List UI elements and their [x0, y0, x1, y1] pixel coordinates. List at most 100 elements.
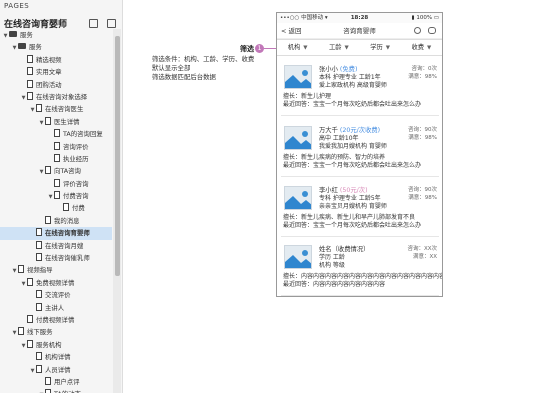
page-icon	[27, 54, 33, 63]
tree-item[interactable]: ▼付费	[0, 202, 112, 214]
tree-item[interactable]: ▼ 在线咨询医生	[0, 103, 112, 115]
tree-item-label: 在线咨询医生	[45, 105, 84, 114]
tree-item[interactable]: ▼ 在线咨询对象选择	[0, 91, 112, 103]
caret-down-icon[interactable]: ▼	[38, 166, 45, 177]
message-icon[interactable]	[428, 27, 436, 34]
tree-item[interactable]: ▼ 免费视频详情	[0, 277, 112, 289]
page-icon	[36, 228, 42, 237]
tree-item[interactable]: ▼TA的动态	[0, 388, 112, 393]
avatar-image	[284, 65, 312, 89]
page-icon	[54, 191, 60, 200]
search-icon[interactable]	[414, 27, 421, 34]
tree-item[interactable]: ▼团购活动	[0, 79, 112, 91]
tree-item[interactable]: ▼ 视频指导	[0, 264, 112, 276]
caret-down-icon[interactable]: ▼	[38, 389, 45, 393]
tree-item[interactable]: ▼ 医生详情	[0, 116, 112, 128]
tree-item-label: TA的咨询回复	[63, 130, 103, 139]
tree-item[interactable]: ▼ 人员详情	[0, 364, 112, 376]
page-icon	[36, 352, 42, 361]
tree-item[interactable]: ▼在线咨询催乳师	[0, 252, 112, 264]
latest-answer-text: 最近回答：宝宝一个月每次吃奶后都会吐出来怎么办	[283, 162, 422, 169]
caret-down-icon[interactable]: ▼	[2, 30, 9, 41]
tree-item[interactable]: ▼ 向TA咨询	[0, 165, 112, 177]
filter-bar: 机构 ▼ 工龄 ▼ 学历 ▼ 收费 ▼	[277, 39, 442, 56]
tree-item[interactable]: ▼ 付费咨询	[0, 190, 112, 202]
divider	[281, 176, 439, 177]
satisfaction-rate: 满意：98%	[408, 74, 437, 80]
caret-down-icon[interactable]: ▼	[11, 327, 18, 338]
tree-item[interactable]: ▼我的消息	[0, 215, 112, 227]
tree-item-label: 交流评价	[45, 291, 71, 300]
annotation-line: 筛选数据匹配后台数据	[152, 73, 216, 81]
consultant-agency: 亲亲宝贝月嫂机构 育婴师	[319, 203, 387, 210]
tree-item[interactable]: ▼执业经历	[0, 153, 112, 165]
tree-item-selected[interactable]: ▼在线咨询育婴师	[0, 227, 112, 240]
filter-experience[interactable]: 工龄 ▼	[318, 40, 359, 55]
tree-item[interactable]: ▼ 服务机构	[0, 339, 112, 351]
tree-item[interactable]: ▼实用文章	[0, 66, 112, 78]
caret-down-icon[interactable]: ▼	[11, 265, 18, 276]
add-page-icon[interactable]	[88, 19, 98, 28]
tree-item-label: 免费视频详情	[36, 278, 75, 287]
consultant-card[interactable]: 李小红 (50元/次) 专科 护理专业 工龄5年 亲亲宝贝月嫂机构 育婴师 咨询：90次…	[281, 182, 439, 240]
page-icon	[18, 265, 24, 274]
chevron-down-icon: ▼	[385, 45, 391, 51]
divider	[281, 295, 439, 296]
tree-item[interactable]: ▼机构详情	[0, 351, 112, 363]
caret-down-icon[interactable]: ▼	[38, 117, 45, 128]
specialty-text: 擅长：内容内容内容内容内容内容内容内容内容内容内容内容内容	[283, 273, 443, 280]
tree-item-label: 在线咨询育婴师	[45, 229, 90, 238]
consultant-card[interactable]: 张小小 (免费) 本科 护理专业 工龄1年 爱上家政机构 高级育婴师 咨询：0次 满意：9…	[281, 61, 439, 119]
tree-item[interactable]: ▼ 线下服务	[0, 326, 112, 338]
tree-item[interactable]: ▼精选视频	[0, 54, 112, 66]
annotation-badge[interactable]: 1	[255, 44, 264, 53]
divider	[281, 236, 439, 237]
satisfaction-rate: 满意：XX	[412, 254, 437, 260]
caret-down-icon[interactable]: ▼	[20, 340, 27, 351]
tree-item[interactable]: ▼TA的咨询回复	[0, 128, 112, 140]
tree-item[interactable]: ▼主讲人	[0, 302, 112, 314]
filter-education[interactable]: 学历 ▼	[360, 40, 401, 55]
page-icon	[63, 203, 69, 212]
tree-item[interactable]: ▼付费视频详情	[0, 314, 112, 326]
tree-item-label: 我的消息	[54, 216, 80, 225]
sidebar-scroll-thumb[interactable]	[115, 36, 120, 276]
satisfaction-rate: 满意：98%	[408, 135, 437, 141]
tree-item[interactable]: ▼ 服务	[0, 41, 112, 53]
tree-item-label: 主讲人	[45, 303, 65, 312]
page-icon	[45, 166, 51, 175]
consultant-agency: 机构 等级	[319, 262, 345, 269]
consultant-card[interactable]: 姓名（收费情况） 学历 工龄 机构 等级 咨询：XX次 满意：XX 擅长：内容内容内容内容…	[281, 241, 442, 296]
add-folder-icon[interactable]	[107, 19, 116, 28]
tree-item-label: 在线咨询催乳师	[45, 254, 90, 263]
tree-item[interactable]: ▼交流评价	[0, 289, 112, 301]
tree-item-label: 服务	[29, 43, 42, 52]
caret-down-icon[interactable]: ▼	[20, 278, 27, 289]
filter-institution[interactable]: 机构 ▼	[277, 40, 318, 55]
caret-down-icon[interactable]: ▼	[29, 365, 36, 376]
caret-down-icon[interactable]: ▼	[29, 104, 36, 115]
consultant-card[interactable]: 万大千 (20元/次收费) 高中 工龄10年 我爱我加月嫂机构 育婴师 咨询：90次 满意…	[281, 122, 439, 180]
page-icon	[45, 389, 51, 393]
caret-down-icon[interactable]: ▼	[11, 42, 18, 53]
tree-item-label: 人员详情	[45, 365, 71, 374]
tree-item[interactable]: ▼评价咨询	[0, 178, 112, 190]
annotation-line: 筛选条件：机构、工龄、学历、收费	[152, 55, 255, 63]
tree-item[interactable]: ▼ 服务	[0, 29, 112, 41]
tree-item[interactable]: ▼咨询评价	[0, 141, 112, 153]
page-icon	[45, 215, 51, 224]
specialty-text: 擅长：新生儿疾病、新生儿和早产儿肺部发育不良	[283, 214, 416, 221]
tree-item[interactable]: ▼在线咨询月嫂	[0, 240, 112, 252]
caret-down-icon[interactable]: ▼	[20, 92, 27, 103]
tree-item-label: 视频指导	[27, 266, 53, 275]
tree-item[interactable]: ▼用户点评	[0, 376, 112, 388]
page-icon	[27, 339, 33, 348]
filter-fee[interactable]: 收费 ▼	[401, 40, 442, 55]
latest-answer-text: 最近回答：宝宝一个月每次吃奶后都会吐出来怎么办	[283, 101, 422, 108]
page-icon	[27, 277, 33, 286]
page-icon	[45, 116, 51, 125]
specialty-text: 擅长：新生儿疾病的预防、智力的培养	[283, 154, 386, 161]
caret-down-icon[interactable]: ▼	[47, 191, 54, 202]
specialty-text: 擅长：新生儿护理	[283, 93, 332, 100]
page-icon	[36, 302, 42, 311]
